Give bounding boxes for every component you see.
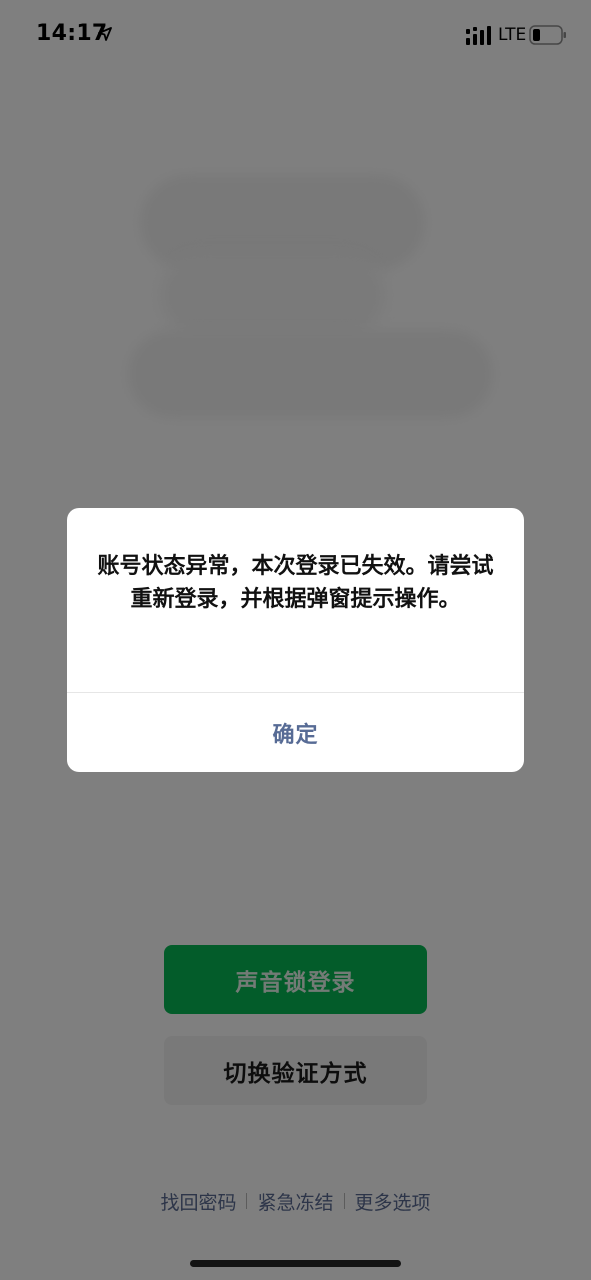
confirm-button[interactable]: 确定 xyxy=(67,693,524,772)
dialog-message: 账号状态异常，本次登录已失效。请尝试重新登录，并根据弹窗提示操作。 xyxy=(97,554,494,612)
home-indicator[interactable] xyxy=(190,1260,401,1267)
alert-dialog: 账号状态异常，本次登录已失效。请尝试重新登录，并根据弹窗提示操作。 确定 xyxy=(67,508,524,772)
